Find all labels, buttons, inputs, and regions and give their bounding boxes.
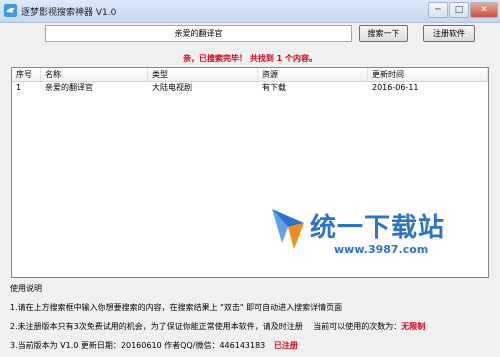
- window-title: 逐梦影视搜索神器 V1.0: [21, 8, 117, 18]
- minimize-button[interactable]: ─: [428, 2, 448, 18]
- help-line-2: 2.未注册版本只有3次免费试用的机会，为了保证你能正常使用本软件，请及时注册 当…: [10, 321, 425, 332]
- help-line-1: 1.请在上方搜索框中输入你想要搜索的内容，在搜索结果上 "双击" 即可自动进入搜…: [10, 303, 343, 312]
- maximize-button[interactable]: □: [449, 2, 469, 18]
- registration-status: 已注册: [273, 341, 298, 350]
- cell-type: 大陆电视剧: [152, 83, 192, 92]
- cell-resource: 有下载: [262, 83, 286, 92]
- remaining-uses-value: 无限制: [401, 322, 426, 331]
- register-button[interactable]: 注册软件: [423, 25, 475, 42]
- help-line-3: 3.当前版本为 V1.0 更新日期：20160610 作者QQ/微信：44614…: [10, 340, 298, 351]
- watermark-logo-icon: [272, 209, 304, 249]
- site-watermark: 统一下载站 www.3987.com: [268, 203, 454, 261]
- help-line-2-text: 2.未注册版本只有3次免费试用的机会，为了保证你能正常使用本软件，请及时注册: [10, 322, 303, 331]
- remaining-uses-label: 当前可以使用的次数为：: [313, 322, 402, 331]
- version-info: 3.当前版本为 V1.0 更新日期：20160610 作者QQ/微信：44614…: [10, 341, 266, 350]
- cell-index: 1: [16, 83, 22, 92]
- header-index[interactable]: 序号: [12, 68, 41, 81]
- cell-update-time: 2016-06-11: [372, 83, 419, 92]
- header-update-time[interactable]: 更新时间: [368, 68, 488, 81]
- search-button[interactable]: 搜索一下: [359, 25, 408, 42]
- help-title: 使用说明: [10, 284, 42, 293]
- header-name[interactable]: 名称: [41, 68, 148, 81]
- close-button[interactable]: ✕: [470, 2, 498, 18]
- watermark-url: www.3987.com: [334, 243, 429, 256]
- window-controls: ─ □ ✕: [428, 2, 498, 18]
- table-row[interactable]: 1 亲爱的翻译官 大陆电视剧 有下载 2016-06-11: [12, 81, 488, 94]
- watermark-text: 统一下载站: [310, 213, 446, 243]
- header-type[interactable]: 类型: [148, 68, 258, 81]
- header-resource[interactable]: 资源: [258, 68, 368, 81]
- search-input[interactable]: [45, 25, 352, 42]
- app-bird-icon: [4, 4, 17, 17]
- status-message: 亲，已搜索完毕！ 共找到 1 个内容。: [183, 54, 317, 63]
- table-header: 序号 名称 类型 资源 更新时间: [12, 68, 488, 82]
- title-bar: 逐梦影视搜索神器 V1.0 ─ □ ✕: [0, 0, 500, 23]
- cell-name: 亲爱的翻译官: [45, 83, 93, 92]
